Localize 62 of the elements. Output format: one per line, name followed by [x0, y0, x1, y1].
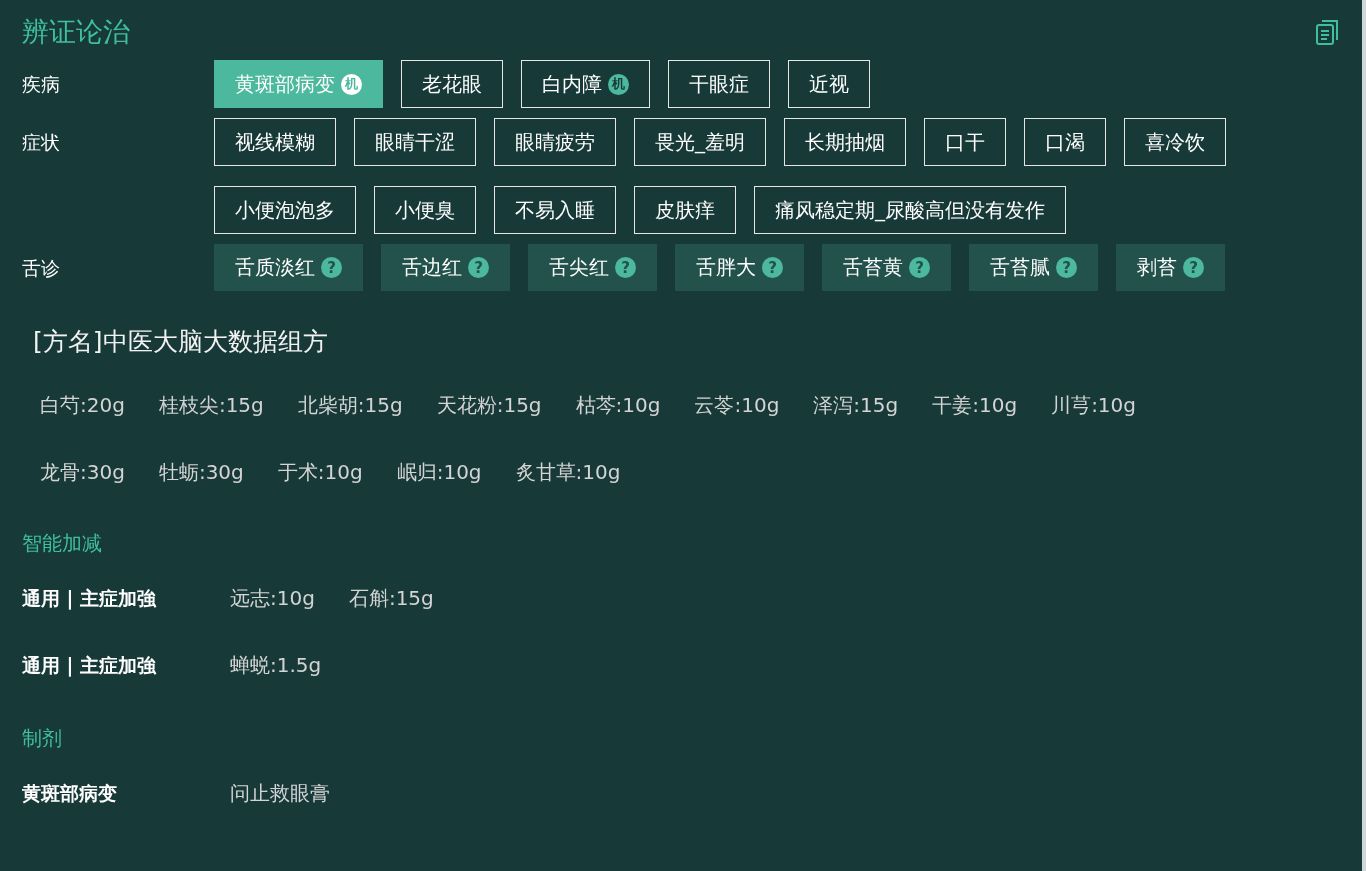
tag-button[interactable]: 舌苔黄 ?: [822, 244, 951, 291]
row-label: 通用 | 主症加強: [22, 585, 158, 612]
tag-button[interactable]: 舌胖大 ?: [675, 244, 804, 291]
panel-title: 辨证论治: [22, 15, 130, 49]
tag-button[interactable]: 舌苔腻 ?: [969, 244, 1098, 291]
herb-dose: 云苓:10g: [694, 392, 780, 419]
help-icon[interactable]: ?: [615, 257, 636, 278]
tag-button[interactable]: 老花眼: [401, 60, 503, 108]
tag-button[interactable]: 剥苔 ?: [1116, 244, 1225, 291]
herb-dose: 枯芩:10g: [575, 392, 661, 419]
tag-button[interactable]: 眼睛疲劳: [494, 118, 616, 166]
tag-button[interactable]: 喜冷饮: [1124, 118, 1226, 166]
help-icon[interactable]: ?: [321, 257, 342, 278]
group-label: 舌诊: [22, 256, 61, 281]
herb-dose: 龙骨:30g: [40, 459, 125, 486]
group-label: 疾病: [22, 72, 61, 97]
herb-dose: 问止救眼膏: [230, 780, 330, 807]
row-label: 黄斑部病变: [22, 780, 118, 806]
tag-button[interactable]: 长期抽烟: [784, 118, 906, 166]
help-icon[interactable]: ?: [1056, 257, 1077, 278]
section-heading: 智能加减: [22, 530, 103, 557]
tag-button[interactable]: 小便臭: [374, 186, 476, 234]
section-heading: 制剂: [22, 725, 63, 752]
tag-button[interactable]: 干眼症: [668, 60, 770, 108]
tag-button[interactable]: 眼睛干涩: [354, 118, 476, 166]
herb-dose: 干姜:10g: [932, 392, 1018, 419]
herb-dose: 牡蛎:30g: [158, 459, 244, 486]
herb-dose: 远志:10g: [230, 585, 315, 612]
help-icon[interactable]: ?: [762, 257, 783, 278]
herb-dose: 蝉蜕:1.5g: [230, 652, 322, 679]
herb-dose: 炙甘草:10g: [515, 459, 621, 486]
badge: 机: [341, 73, 362, 95]
tag-button[interactable]: 舌边红 ?: [381, 244, 510, 291]
copy-icon[interactable]: [1314, 18, 1340, 46]
tag-button[interactable]: 小便泡泡多: [214, 186, 356, 234]
tag-button[interactable]: 不易入睡: [494, 186, 616, 234]
help-icon[interactable]: ?: [468, 257, 489, 278]
herb-dose: 桂枝尖:15g: [158, 392, 264, 419]
herb-dose: 于术:10g: [277, 459, 363, 486]
help-icon[interactable]: ?: [1183, 257, 1204, 278]
tag-button[interactable]: 痛风稳定期_尿酸高但没有发作: [754, 186, 1066, 234]
help-icon[interactable]: ?: [909, 257, 930, 278]
tag-button[interactable]: 舌尖红 ?: [528, 244, 657, 291]
herb-dose: 北柴胡:15g: [297, 392, 403, 419]
tag-button[interactable]: 白内障 机: [521, 60, 650, 108]
tag-button[interactable]: 舌质淡红 ?: [214, 244, 363, 291]
tag-button[interactable]: 畏光_羞明: [634, 118, 766, 166]
herb-dose: 川芎:10g: [1051, 392, 1136, 419]
tag-button[interactable]: 皮肤痒: [634, 186, 736, 234]
herb-dose: 岷归:10g: [396, 459, 482, 486]
tag-button[interactable]: 近视: [788, 60, 870, 108]
herb-dose: 天花粉:15g: [436, 392, 542, 419]
herb-dose: 石斛:15g: [348, 585, 434, 612]
herb-dose: 白芍:20g: [40, 392, 125, 419]
tag-button[interactable]: 视线模糊: [214, 118, 336, 166]
prescription-name: [方名]中医大脑大数据组方: [32, 326, 329, 358]
tag-button[interactable]: 口干: [924, 118, 1006, 166]
herb-dose: 泽泻:15g: [813, 392, 899, 419]
row-label: 通用 | 主症加強: [22, 652, 158, 679]
group-label: 症状: [22, 130, 61, 155]
tag-button[interactable]: 口渴: [1024, 118, 1106, 166]
badge: 机: [608, 73, 629, 95]
